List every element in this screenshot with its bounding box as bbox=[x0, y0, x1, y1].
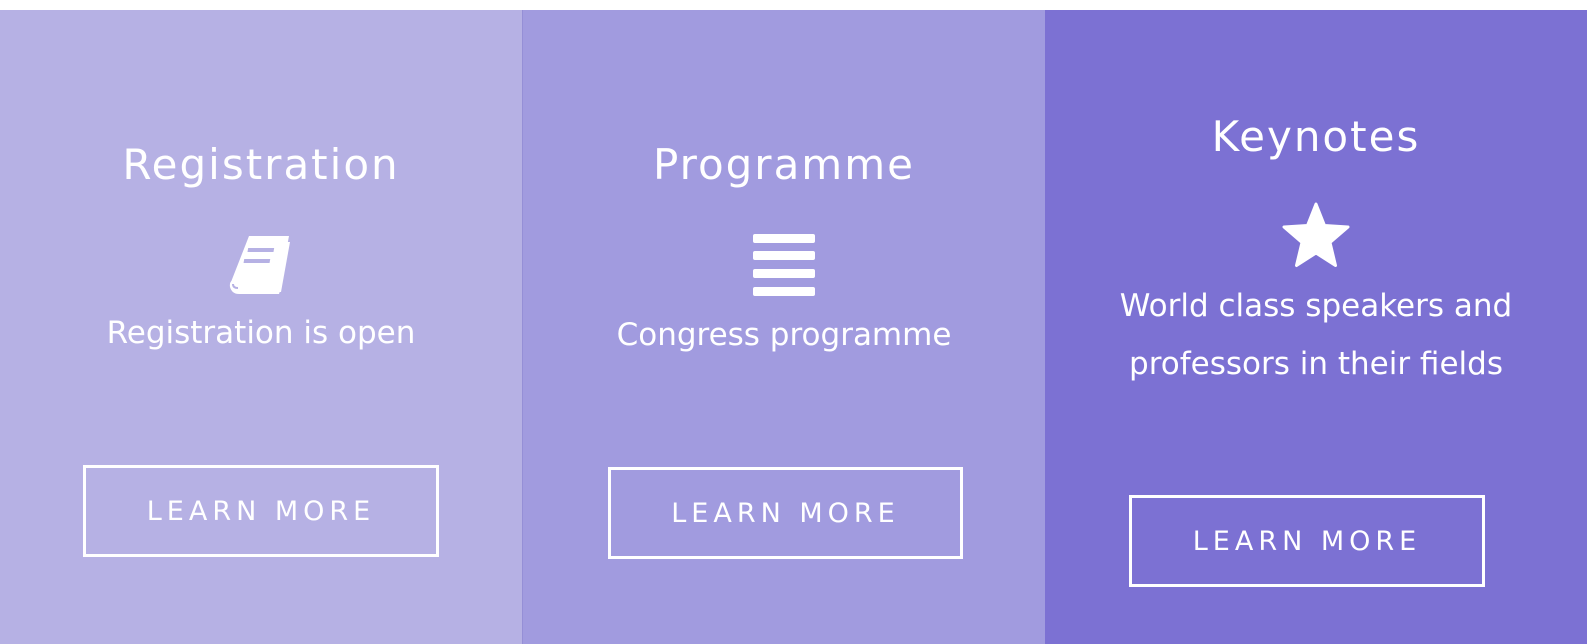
panel-description-line-1: World class speakers and bbox=[1119, 288, 1513, 324]
programme-learn-more-button[interactable]: LEARN MORE bbox=[608, 467, 963, 559]
panel-title: Keynotes bbox=[1211, 112, 1421, 161]
registration-learn-more-button[interactable]: LEARN MORE bbox=[83, 465, 439, 557]
feature-panels: Registration Registration is open LEARN … bbox=[0, 10, 1587, 644]
list-icon bbox=[753, 234, 815, 296]
star-icon bbox=[1282, 202, 1350, 267]
panel-description: Congress programme bbox=[616, 317, 952, 353]
panel-description-line-2: professors in their fields bbox=[1129, 346, 1503, 382]
panel-title: Registration bbox=[122, 140, 400, 189]
panel-title: Programme bbox=[653, 140, 915, 189]
programme-panel: Programme Congress programme LEARN MORE bbox=[522, 10, 1045, 644]
registration-panel: Registration Registration is open LEARN … bbox=[0, 10, 522, 644]
panel-description: Registration is open bbox=[106, 315, 416, 351]
book-icon bbox=[229, 236, 290, 294]
keynotes-learn-more-button[interactable]: LEARN MORE bbox=[1129, 495, 1485, 587]
keynotes-panel: Keynotes World class speakers and profes… bbox=[1045, 10, 1587, 644]
